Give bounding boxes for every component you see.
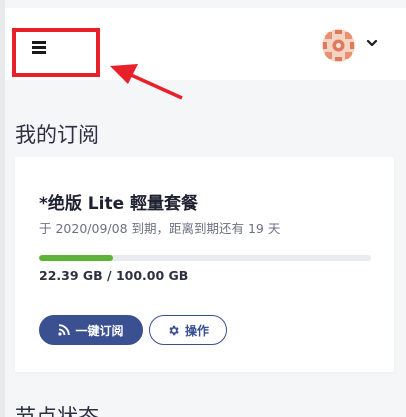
chevron-down-icon[interactable] (366, 37, 378, 49)
actions-button-label: 操作 (184, 323, 209, 338)
menu-highlight-box (12, 28, 100, 77)
section-title-node-status: 节点状态 (15, 405, 99, 417)
actions-button[interactable]: 操作 (149, 315, 227, 345)
subscribe-button-label: 一键订阅 (75, 323, 124, 338)
annotation-arrow-icon (110, 64, 183, 100)
traffic-progress-fill (39, 255, 114, 261)
gear-icon (169, 325, 179, 335)
traffic-usage-text: 22.39 GB / 100.00 GB (39, 268, 189, 283)
expiry-text: 于 2020/09/08 到期，距离到期还有 19 天 (39, 221, 281, 236)
rss-icon (58, 324, 71, 336)
traffic-progress-bar (39, 255, 371, 261)
section-title-subscription: 我的订阅 (15, 123, 99, 147)
subscription-card: *绝版 Lite 輕量套餐 于 2020/09/08 到期，距离到期还有 19 … (15, 157, 394, 372)
plan-name: *绝版 Lite 輕量套餐 (39, 194, 199, 214)
subscribe-button[interactable]: 一键订阅 (39, 315, 143, 345)
avatar[interactable] (322, 29, 355, 62)
avatar-pattern-icon (322, 29, 355, 62)
